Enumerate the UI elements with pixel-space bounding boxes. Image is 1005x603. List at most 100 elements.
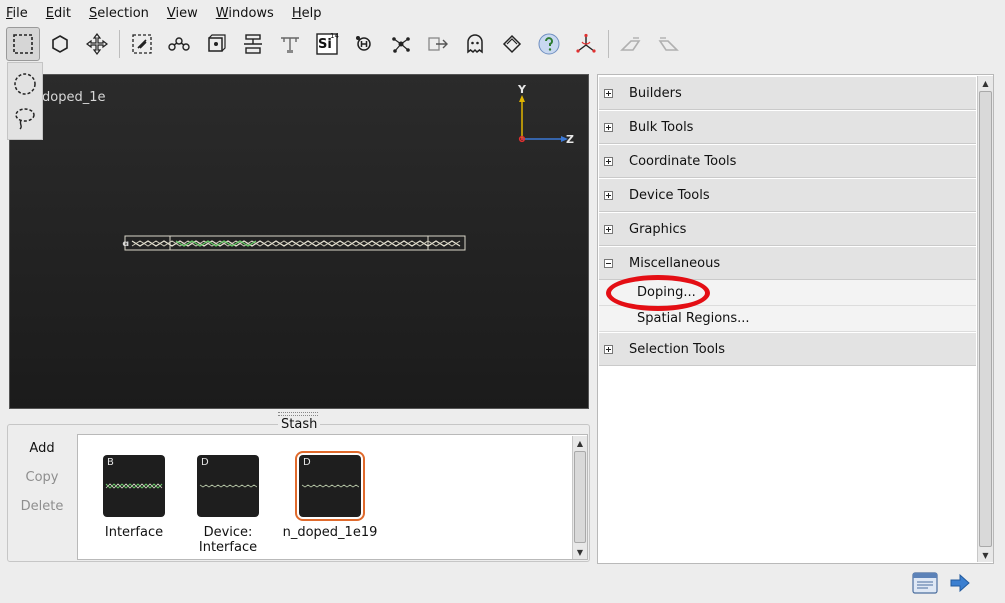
section-miscellaneous[interactable]: Miscellaneous: [599, 247, 976, 280]
structure-thumbnail-icon: [199, 484, 257, 488]
splitter-handle[interactable]: [278, 412, 318, 416]
scroll-down-icon[interactable]: ▼: [573, 545, 587, 559]
collapse-icon[interactable]: [604, 258, 613, 268]
surface-cut-icon: [502, 34, 522, 54]
section-bulk-tools[interactable]: Bulk Tools: [599, 111, 976, 144]
expand-icon[interactable]: [604, 344, 613, 354]
menu-view[interactable]: View: [167, 6, 198, 21]
expand-icon[interactable]: [604, 122, 613, 132]
electrode-button[interactable]: [273, 27, 307, 61]
tools-panel: Builders Bulk Tools Coordinate Tools Dev…: [597, 74, 994, 564]
rectangle-select-button[interactable]: [6, 27, 40, 61]
help-globe-icon: [538, 33, 560, 55]
ghost-button[interactable]: [458, 27, 492, 61]
coordinate-axes-button[interactable]: [569, 27, 603, 61]
misc-item-doping[interactable]: Doping...: [599, 280, 976, 306]
section-graphics[interactable]: Graphics: [599, 213, 976, 246]
device-button[interactable]: [236, 27, 270, 61]
stash-scrollbar[interactable]: ▲ ▼: [572, 436, 587, 559]
cluster-button[interactable]: [384, 27, 418, 61]
expand-icon[interactable]: [604, 88, 613, 98]
menu-selection[interactable]: Selection: [89, 6, 149, 21]
log-window-button[interactable]: [912, 570, 938, 596]
hydrogen-passivate-icon: [356, 36, 371, 51]
rotate-button[interactable]: [43, 27, 77, 61]
xyz-axes-icon: [576, 33, 596, 53]
stash-item-n-doped[interactable]: D n_doped_1e19: [275, 451, 385, 540]
scroll-up-icon[interactable]: ▲: [573, 436, 587, 450]
selection-mode-panel: [7, 62, 43, 140]
lasso-select-icon: [15, 108, 35, 130]
misc-item-spatial-regions[interactable]: Spatial Regions...: [599, 306, 976, 332]
mirror-right-button[interactable]: [651, 27, 685, 61]
log-window-icon: [912, 572, 938, 594]
structure-thumbnail-icon: [301, 484, 359, 488]
stash-actions: Add Copy Delete: [14, 435, 70, 522]
stash-title: Stash: [278, 417, 321, 432]
stash-item-name: Device: Interface: [198, 525, 258, 555]
scroll-handle[interactable]: [574, 451, 586, 543]
hydrogen-button[interactable]: [347, 27, 381, 61]
thumbnail-tag: D: [201, 457, 209, 468]
cluster-icon: [392, 37, 410, 53]
stash-thumbnail[interactable]: D: [197, 455, 259, 517]
toolbar-separator: [119, 30, 120, 58]
help-assistant-button[interactable]: [532, 27, 566, 61]
arrow-right-icon: [950, 573, 970, 593]
menu-edit[interactable]: Edit: [46, 6, 71, 21]
section-coordinate-tools[interactable]: Coordinate Tools: [599, 145, 976, 178]
section-builders[interactable]: Builders: [599, 77, 976, 110]
scroll-down-icon[interactable]: ▼: [978, 548, 993, 562]
thumbnail-tag: B: [107, 457, 114, 468]
mirror-left-button[interactable]: [614, 27, 648, 61]
lasso-select-button[interactable]: [10, 101, 40, 135]
expand-icon[interactable]: [604, 156, 613, 166]
3d-viewport[interactable]: doped_1e Y Z ᵅ: [9, 74, 589, 409]
stash-copy-button[interactable]: Copy: [26, 464, 59, 493]
select-region-button[interactable]: [125, 27, 159, 61]
surface-button[interactable]: [495, 27, 529, 61]
stash-thumbnail-selected[interactable]: D: [295, 451, 365, 521]
tools-panel-scrollbar[interactable]: ▲ ▼: [977, 76, 993, 562]
bonds-button[interactable]: [162, 27, 196, 61]
si-atomic-number: 14: [330, 32, 339, 40]
atomic-structure[interactable]: ᵅ: [122, 233, 468, 253]
electrode-icon: [281, 37, 299, 53]
molecule-chain-icon: [168, 37, 190, 51]
status-icons: [912, 570, 982, 596]
stash-add-button[interactable]: Add: [29, 435, 54, 464]
ghost-icon: [467, 34, 483, 54]
mirror-right-icon: [658, 37, 679, 51]
axis-z-label: Z: [566, 133, 574, 146]
stash-list: B Interface D Device: Interface D n_dope…: [77, 434, 588, 560]
menu-bar: File Edit Selection View Windows Help: [0, 0, 1005, 26]
send-to-button[interactable]: [948, 570, 972, 596]
menu-file[interactable]: File: [6, 6, 28, 21]
rectangle-select-icon: [13, 34, 33, 54]
toolbar-separator: [608, 30, 609, 58]
main-toolbar: [0, 26, 1005, 62]
stash-thumbnail[interactable]: B: [103, 455, 165, 517]
stash-delete-button[interactable]: Delete: [21, 493, 64, 522]
hexagon-icon: [52, 35, 68, 53]
menu-windows[interactable]: Windows: [216, 6, 274, 21]
stash-item-name: Interface: [104, 525, 164, 540]
structure-thumbnail-icon: [105, 483, 163, 489]
expand-icon[interactable]: [604, 190, 613, 200]
configuration-label: doped_1e: [42, 90, 106, 105]
export-button[interactable]: [421, 27, 455, 61]
tag-select-icon: [132, 34, 152, 54]
translate-button[interactable]: [80, 27, 114, 61]
svg-text:ᵅ: ᵅ: [122, 237, 129, 253]
menu-help[interactable]: Help: [292, 6, 322, 21]
stash-item-device-interface[interactable]: D Device: Interface: [173, 455, 283, 555]
scroll-handle[interactable]: [979, 91, 992, 547]
unit-cell-button[interactable]: [199, 27, 233, 61]
section-device-tools[interactable]: Device Tools: [599, 179, 976, 212]
section-selection-tools[interactable]: Selection Tools: [599, 333, 976, 366]
stash-item-name: n_doped_1e19: [282, 525, 378, 540]
expand-icon[interactable]: [604, 224, 613, 234]
ellipse-select-button[interactable]: [10, 67, 40, 101]
scroll-up-icon[interactable]: ▲: [978, 76, 993, 90]
mirror-left-icon: [620, 37, 641, 51]
